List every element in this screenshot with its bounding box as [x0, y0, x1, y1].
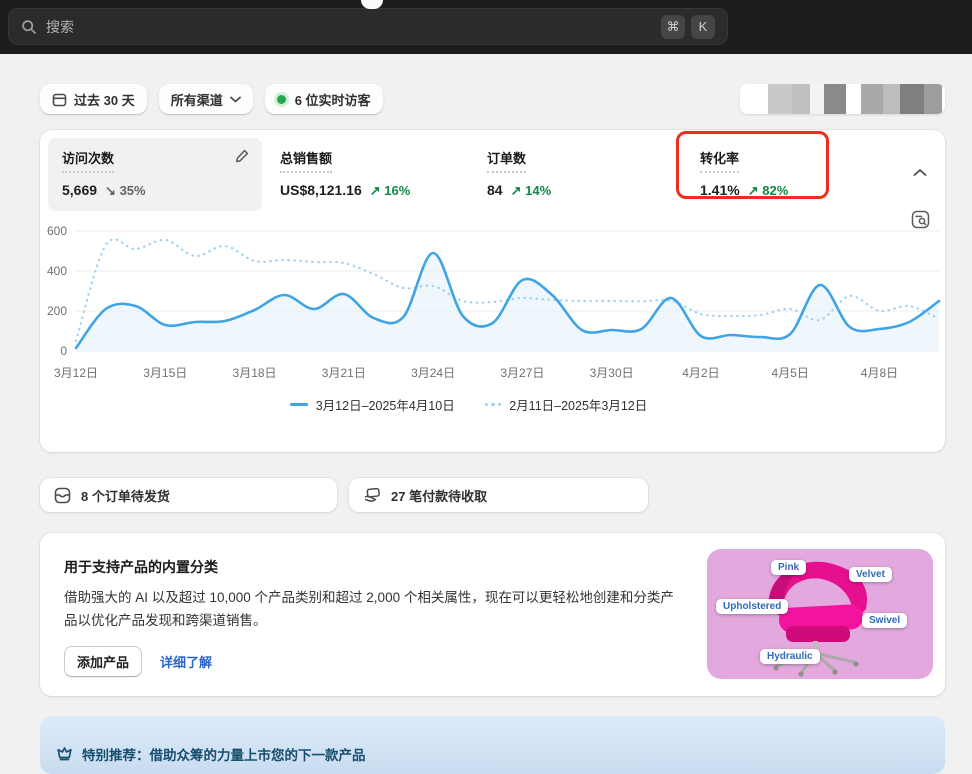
svg-text:3月24日: 3月24日	[411, 366, 455, 380]
payments-to-capture-banner[interactable]: 27 笔付款待收取	[349, 478, 648, 512]
view-report-icon[interactable]	[911, 210, 930, 229]
payment-hand-card-icon	[363, 487, 381, 503]
product-illustration-panel: Pink Velvet Upholstered Swivel Hydraulic	[707, 549, 933, 679]
line-chart[interactable]: 0 200 400 600 3月12日 3月15日 3月18日 3月21日 3月24日 3月27日…	[40, 223, 941, 414]
chevron-down-icon	[229, 96, 241, 103]
metric-visits-label[interactable]: 访问次数	[62, 148, 115, 173]
metric-total-sales-delta: ↗ 16%	[369, 183, 411, 198]
product-card-title: 用于支持产品的内置分类	[64, 559, 218, 575]
tag-velvet: Velvet	[849, 567, 892, 582]
date-range-label: 过去 30 天	[74, 92, 135, 108]
svg-text:3月27日: 3月27日	[500, 366, 544, 380]
svg-text:400: 400	[47, 264, 67, 278]
redacted-toolbar[interactable]	[740, 84, 945, 114]
cmd-key: ⌘	[661, 14, 685, 39]
crown-icon	[56, 746, 73, 762]
live-visitors-label: 6 位实时访客	[294, 92, 371, 108]
top-header-bar: 搜索 ⌘ K	[0, 0, 972, 54]
search-input[interactable]: 搜索 ⌘ K	[8, 8, 728, 45]
metrics-row: 访问次数 5,669 ↘ 35% 总销售额 US$8,121.16 ↗ 16% …	[48, 131, 897, 211]
learn-more-link[interactable]: 详细了解	[160, 652, 212, 671]
orders-to-fulfill-banner[interactable]: 8 个订单待发货	[40, 478, 337, 512]
metric-conversion-rate-label[interactable]: 转化率	[700, 148, 740, 173]
metric-visits[interactable]: 访问次数 5,669 ↘ 35%	[48, 138, 262, 211]
metric-orders-delta: ↗ 14%	[510, 183, 552, 198]
product-card-body: 借助强大的 AI 以及超过 10,000 个产品类别和超过 2,000 个相关属…	[64, 590, 674, 628]
search-placeholder: 搜索	[46, 18, 74, 35]
metric-conversion-rate-value: 1.41%	[700, 182, 740, 198]
metric-total-sales[interactable]: 总销售额 US$8,121.16 ↗ 16%	[280, 138, 487, 211]
metric-total-sales-value: US$8,121.16	[280, 182, 362, 198]
promo-banner-text: 特别推荐：借助众筹的力量上市您的下一款产品	[82, 748, 366, 763]
svg-text:200: 200	[47, 304, 67, 318]
search-icon	[21, 19, 37, 35]
channel-filter-button[interactable]: 所有渠道	[158, 84, 253, 114]
orders-to-fulfill-label: 8 个订单待发货	[81, 488, 170, 504]
live-dot-icon	[276, 94, 286, 104]
legend-previous-label: 2月11日–2025年3月12日	[509, 399, 648, 413]
svg-text:3月12日: 3月12日	[54, 366, 98, 380]
metric-orders-value: 84	[487, 182, 503, 198]
svg-text:4月2日: 4月2日	[682, 366, 719, 380]
metric-orders-label[interactable]: 订单数	[487, 148, 527, 173]
metric-conversion-rate-delta: ↗ 82%	[747, 183, 789, 198]
tag-pink: Pink	[771, 560, 807, 575]
svg-text:3月18日: 3月18日	[233, 366, 277, 380]
notification-row: 8 个订单待发货 27 笔付款待收取	[40, 478, 945, 512]
legend-previous-period[interactable]: 2月11日–2025年3月12日	[484, 395, 648, 414]
dotted-line-swatch	[484, 402, 502, 407]
legend-current-period[interactable]: 3月12日–2025年4月10日	[289, 395, 455, 414]
svg-text:3月21日: 3月21日	[322, 366, 366, 380]
svg-text:600: 600	[47, 224, 67, 238]
tag-upholstered: Upholstered	[716, 599, 789, 614]
metric-visits-delta: ↘ 35%	[105, 183, 146, 198]
legend-current-label: 3月12日–2025年4月10日	[315, 399, 455, 413]
k-key: K	[691, 14, 715, 39]
date-range-button[interactable]: 过去 30 天	[40, 84, 147, 114]
analytics-card: 访问次数 5,669 ↘ 35% 总销售额 US$8,121.16 ↗ 16% …	[40, 130, 945, 452]
svg-text:0: 0	[60, 344, 67, 358]
calendar-icon	[52, 92, 67, 107]
metric-conversion-rate[interactable]: 转化率 1.41% ↗ 82%	[676, 131, 897, 211]
svg-text:4月5日: 4月5日	[772, 366, 809, 380]
metric-total-sales-label[interactable]: 总销售额	[280, 148, 333, 173]
payments-to-capture-label: 27 笔付款待收取	[391, 488, 488, 504]
channel-label: 所有渠道	[170, 92, 223, 108]
add-product-button[interactable]: 添加产品	[64, 645, 143, 677]
svg-text:4月8日: 4月8日	[861, 366, 898, 380]
svg-text:3月30日: 3月30日	[590, 366, 634, 380]
tag-hydraulic: Hydraulic	[760, 649, 820, 664]
svg-text:3月15日: 3月15日	[143, 366, 187, 380]
live-visitors-button[interactable]: 6 位实时访客	[264, 84, 383, 114]
product-taxonomy-card: 用于支持产品的内置分类 借助强大的 AI 以及超过 10,000 个产品类别和超…	[40, 533, 945, 696]
edit-pencil-icon[interactable]	[234, 148, 250, 164]
orders-inbox-icon	[54, 487, 71, 504]
solid-line-swatch	[289, 403, 308, 406]
promo-banner[interactable]: 特别推荐：借助众筹的力量上市您的下一款产品	[40, 716, 945, 774]
collapse-chevron-up-icon[interactable]	[913, 168, 927, 177]
metric-visits-value: 5,669	[62, 182, 98, 198]
chart-legend: 3月12日–2025年4月10日 2月11日–2025年3月12日	[40, 395, 897, 414]
tag-swivel: Swivel	[862, 613, 908, 628]
filter-row: 过去 30 天 所有渠道 6 位实时访客	[40, 84, 945, 114]
metric-orders[interactable]: 订单数 84 ↗ 14%	[487, 138, 700, 211]
search-shortcut: ⌘ K	[661, 14, 715, 39]
